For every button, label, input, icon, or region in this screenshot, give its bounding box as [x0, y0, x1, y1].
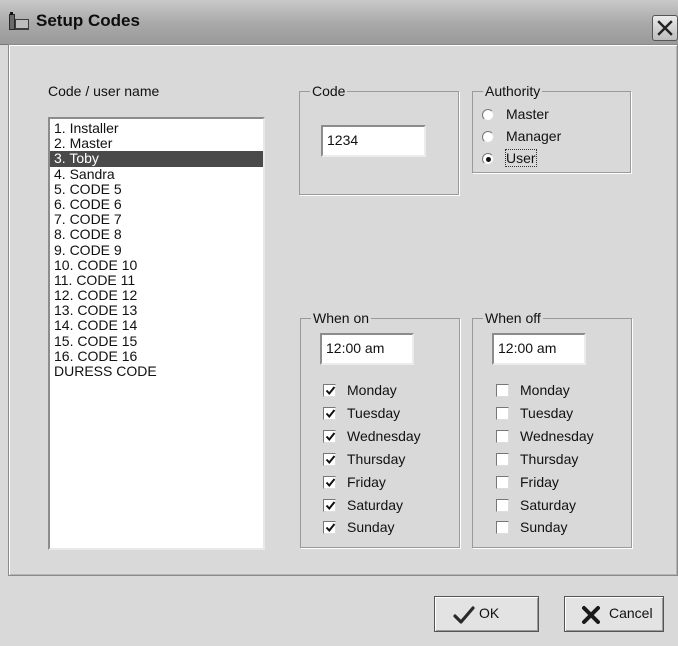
day-checkbox[interactable] — [323, 498, 336, 512]
day-checkbox[interactable] — [496, 384, 509, 397]
when-on-day-wednesday[interactable]: Wednesday — [323, 428, 453, 446]
day-label: Monday — [347, 382, 397, 398]
when-on-day-friday[interactable]: Friday — [323, 474, 453, 492]
authority-radio-manager[interactable]: Manager — [482, 128, 622, 146]
list-item[interactable]: DURESS CODE — [50, 363, 263, 379]
when-off-day-monday[interactable]: Monday — [496, 382, 626, 400]
day-label: Saturday — [347, 496, 404, 513]
ok-button-label: OK — [479, 605, 500, 621]
day-checkbox[interactable] — [496, 498, 509, 512]
cancel-button-label: Cancel — [609, 605, 653, 621]
list-item[interactable]: 15. CODE 15 — [50, 333, 263, 349]
when-on-group-title: When on — [311, 310, 372, 326]
day-label: Tuesday — [347, 404, 401, 421]
authority-option-label: Master — [506, 106, 549, 122]
list-item[interactable]: 1. Installer — [50, 120, 263, 136]
cancel-button[interactable]: Cancel — [564, 596, 664, 632]
day-checkbox[interactable] — [496, 452, 509, 466]
list-item[interactable]: 11. CODE 11 — [50, 272, 263, 288]
list-item[interactable]: 5. CODE 5 — [50, 181, 263, 197]
authority-radio-user[interactable]: User — [482, 149, 622, 168]
day-checkbox[interactable] — [496, 406, 509, 420]
setup-codes-window: Setup Codes Code / user name 1. Installe… — [0, 0, 678, 646]
when-off-day-sunday[interactable]: Sunday — [496, 519, 626, 537]
list-item[interactable]: 14. CODE 14 — [50, 318, 263, 333]
when-off-day-saturday[interactable]: Saturday — [496, 497, 626, 515]
when-on-day-thursday[interactable]: Thursday — [323, 451, 453, 469]
radio-button[interactable] — [482, 153, 494, 165]
list-item[interactable]: 13. CODE 13 — [50, 303, 263, 318]
day-label: Thursday — [347, 450, 406, 467]
code-input[interactable]: 1234 — [321, 125, 426, 157]
day-label: Friday — [347, 473, 386, 490]
title-bar[interactable]: Setup Codes — [0, 0, 678, 45]
when-off-day-friday[interactable]: Friday — [496, 474, 626, 492]
list-item[interactable]: 9. CODE 9 — [50, 242, 263, 258]
list-item[interactable]: 8. CODE 8 — [50, 227, 263, 242]
radio-selected-dot — [485, 156, 491, 162]
day-label: Sunday — [520, 519, 568, 536]
day-label: Saturday — [520, 496, 577, 513]
window-title: Setup Codes — [36, 11, 140, 30]
when-off-group-title: When off — [483, 310, 543, 326]
list-item[interactable]: 12. CODE 12 — [50, 287, 263, 303]
authority-group-title: Authority — [483, 83, 543, 99]
x-cross-icon — [581, 605, 601, 628]
day-checkbox[interactable] — [323, 452, 336, 466]
list-item[interactable]: 2. Master — [50, 136, 263, 151]
day-checkbox[interactable] — [496, 429, 509, 443]
authority-option-label: User — [505, 149, 537, 167]
day-label: Wednesday — [347, 427, 421, 444]
day-checkbox[interactable] — [496, 475, 509, 489]
when-on-day-tuesday[interactable]: Tuesday — [323, 405, 453, 423]
day-checkbox[interactable] — [323, 475, 336, 489]
authority-option-label: Manager — [506, 128, 562, 144]
day-label: Wednesday — [520, 427, 594, 444]
when-off-day-thursday[interactable]: Thursday — [496, 451, 626, 469]
app-window-icon — [8, 11, 30, 33]
radio-button[interactable] — [482, 131, 494, 143]
when-on-time-input[interactable]: 12:00 am — [320, 333, 414, 365]
when-on-day-monday[interactable]: Monday — [323, 382, 453, 400]
close-button[interactable] — [652, 15, 678, 41]
day-checkbox[interactable] — [323, 384, 336, 397]
list-item[interactable]: 3. Toby — [50, 151, 263, 167]
when-on-day-saturday[interactable]: Saturday — [323, 497, 453, 515]
code-user-listbox[interactable]: 1. Installer 2. Master 3. Toby 4. Sandra 5. … — [48, 117, 265, 550]
when-off-day-tuesday[interactable]: Tuesday — [496, 405, 626, 423]
day-label: Sunday — [347, 519, 395, 536]
list-item[interactable]: 16. CODE 16 — [50, 348, 263, 364]
when-off-day-wednesday[interactable]: Wednesday — [496, 428, 626, 446]
day-checkbox[interactable] — [323, 406, 336, 420]
ok-button[interactable]: OK — [434, 596, 539, 632]
when-on-day-sunday[interactable]: Sunday — [323, 519, 453, 537]
day-label: Monday — [520, 382, 570, 398]
day-checkbox[interactable] — [323, 521, 336, 535]
list-item[interactable]: 4. Sandra — [50, 166, 263, 182]
list-item[interactable]: 7. CODE 7 — [50, 212, 263, 227]
when-off-time-input[interactable]: 12:00 am — [492, 333, 586, 365]
code-list-label: Code / user name — [48, 83, 160, 99]
day-checkbox[interactable] — [496, 521, 509, 535]
day-checkbox[interactable] — [323, 429, 336, 443]
list-item[interactable]: 10. CODE 10 — [50, 257, 263, 273]
authority-radio-master[interactable]: Master — [482, 106, 622, 124]
list-item[interactable]: 6. CODE 6 — [50, 196, 263, 212]
day-label: Tuesday — [520, 404, 574, 421]
checkmark-icon — [453, 605, 475, 628]
day-label: Friday — [520, 473, 559, 490]
radio-button[interactable] — [482, 109, 494, 121]
code-group-title: Code — [310, 83, 348, 99]
day-label: Thursday — [520, 450, 579, 467]
